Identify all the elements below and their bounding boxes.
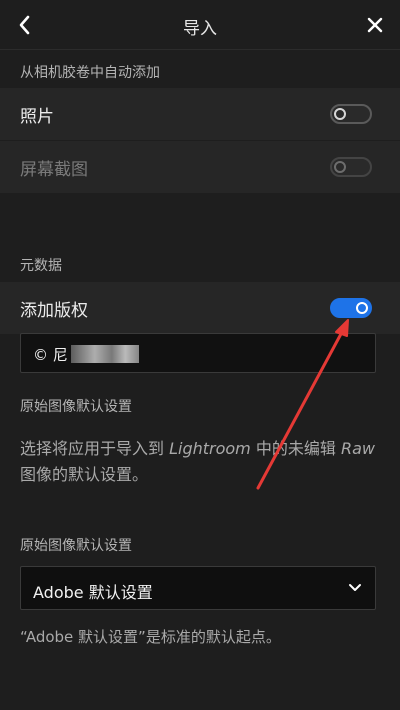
photos-label: 照片 (20, 107, 54, 127)
raw-defaults-select[interactable]: Adobe 默认设置 (20, 566, 376, 610)
raw-defaults-select-label: 原始图像默认设置 (20, 538, 132, 554)
screenshots-row: 屏幕截图 (0, 141, 400, 193)
screenshots-toggle[interactable] (330, 157, 372, 177)
close-icon[interactable] (360, 10, 390, 40)
add-copyright-toggle[interactable] (330, 298, 372, 318)
raw-defaults-select-value: Adobe 默认设置 (33, 583, 153, 602)
add-copyright-label: 添加版权 (20, 301, 88, 321)
auto-add-section-label: 从相机胶卷中自动添加 (20, 65, 160, 81)
copyright-input[interactable]: © 尼 (20, 333, 376, 373)
page-title: 导入 (183, 19, 217, 39)
raw-defaults-note: “Adobe 默认设置”是标准的默认起点。 (20, 628, 281, 646)
photos-row: 照片 (0, 88, 400, 140)
top-bar: 导入 (0, 0, 400, 50)
add-copyright-row: 添加版权 (0, 282, 400, 334)
screenshots-label: 屏幕截图 (20, 160, 88, 180)
copyright-value: © 尼 (33, 346, 68, 364)
photos-toggle[interactable] (330, 104, 372, 124)
metadata-section-label: 元数据 (20, 258, 62, 274)
redaction-blur (71, 345, 139, 363)
raw-defaults-section-label: 原始图像默认设置 (20, 399, 132, 415)
chevron-down-icon (349, 584, 361, 591)
raw-defaults-description: 选择将应用于导入到 Lightroom 中的未编辑 Raw 图像的默认设置。 (20, 439, 375, 484)
